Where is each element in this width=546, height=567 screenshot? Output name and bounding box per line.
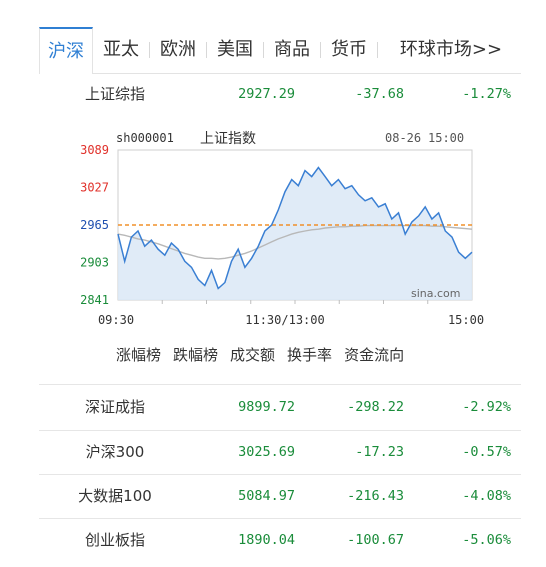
chart-title: 上证指数 [200,131,256,147]
chart-watermark: sina.com [411,287,461,300]
index-row-shanghai-composite[interactable]: 上证综指 2927.29 -37.68 -1.27% [39,73,521,116]
index-price: 9899.72 [238,399,295,415]
index-price: 5084.97 [238,488,295,504]
link-losers[interactable]: 跌幅榜 [173,344,218,368]
index-name[interactable]: 创业板指 [39,519,191,562]
tab-commodities[interactable]: 商品 [264,27,320,73]
section-divider [39,384,521,385]
index-change: -100.67 [347,532,404,548]
link-capital-flow[interactable]: 资金流向 [344,344,404,368]
chart-code: sh000001 [116,131,174,145]
index-change-percent: -1.27% [462,86,511,102]
index-row[interactable]: 创业板指 1890.04 -100.67 -5.06% [39,518,521,562]
tab-global-markets-link[interactable]: 环球市场>> [378,27,518,73]
x-axis-ticks: 09:30 11:30/13:00 15:00 [98,313,484,327]
index-row[interactable]: 深证成指 9899.72 -298.22 -2.92% [39,386,521,429]
intraday-chart[interactable]: sh000001 上证指数 08-26 15:00 sina.com 3089 3… [74,124,494,334]
y-axis-ticks: 3089 3027 2965 2903 2841 [80,143,109,307]
index-row[interactable]: 沪深300 3025.69 -17.23 -0.57% [39,430,521,474]
chart-grid [161,300,429,304]
chart-date: 08-26 [385,131,421,145]
tab-asia-pacific[interactable]: 亚太 [93,27,149,73]
index-name[interactable]: 沪深300 [39,431,191,474]
tab-europe[interactable]: 欧洲 [150,27,206,73]
y-tick-label: 3027 [80,181,109,195]
index-change: -37.68 [355,86,404,102]
market-tabs: 沪深 亚太 欧洲 美国 商品 货币 环球市场>> [39,27,521,74]
index-change-percent: -0.57% [462,444,511,460]
y-tick-label: 2965 [80,218,109,232]
link-turnover-rate[interactable]: 换手率 [287,344,332,368]
y-tick-label: 2903 [80,256,109,270]
index-change: -298.22 [347,399,404,415]
y-tick-label: 3089 [80,143,109,157]
tab-usa[interactable]: 美国 [207,27,263,73]
y-tick-label: 2841 [80,293,109,307]
link-gainers[interactable]: 涨幅榜 [116,344,161,368]
tab-currency[interactable]: 货币 [321,27,377,73]
index-name[interactable]: 深证成指 [39,386,191,429]
x-tick-label: 11:30/13:00 [245,313,324,327]
index-change-percent: -2.92% [462,399,511,415]
index-row[interactable]: 大数据100 5084.97 -216.43 -4.08% [39,474,521,518]
chart-time: 15:00 [428,131,464,145]
chart-ranking-links: 涨幅榜 跌幅榜 成交额 换手率 资金流向 [116,344,456,368]
x-tick-label: 09:30 [98,313,134,327]
x-tick-label: 15:00 [448,313,484,327]
link-turnover-amount[interactable]: 成交额 [230,344,275,368]
index-price: 3025.69 [238,444,295,460]
intraday-chart-svg[interactable]: sh000001 上证指数 08-26 15:00 sina.com 30893… [74,124,494,334]
index-change: -17.23 [355,444,404,460]
tab-hushen[interactable]: 沪深 [39,27,93,74]
index-price: 1890.04 [238,532,295,548]
index-change-percent: -4.08% [462,488,511,504]
index-change: -216.43 [347,488,404,504]
index-change-percent: -5.06% [462,532,511,548]
index-price: 2927.29 [238,86,295,102]
index-name[interactable]: 大数据100 [39,475,191,518]
index-name[interactable]: 上证综指 [39,73,191,116]
